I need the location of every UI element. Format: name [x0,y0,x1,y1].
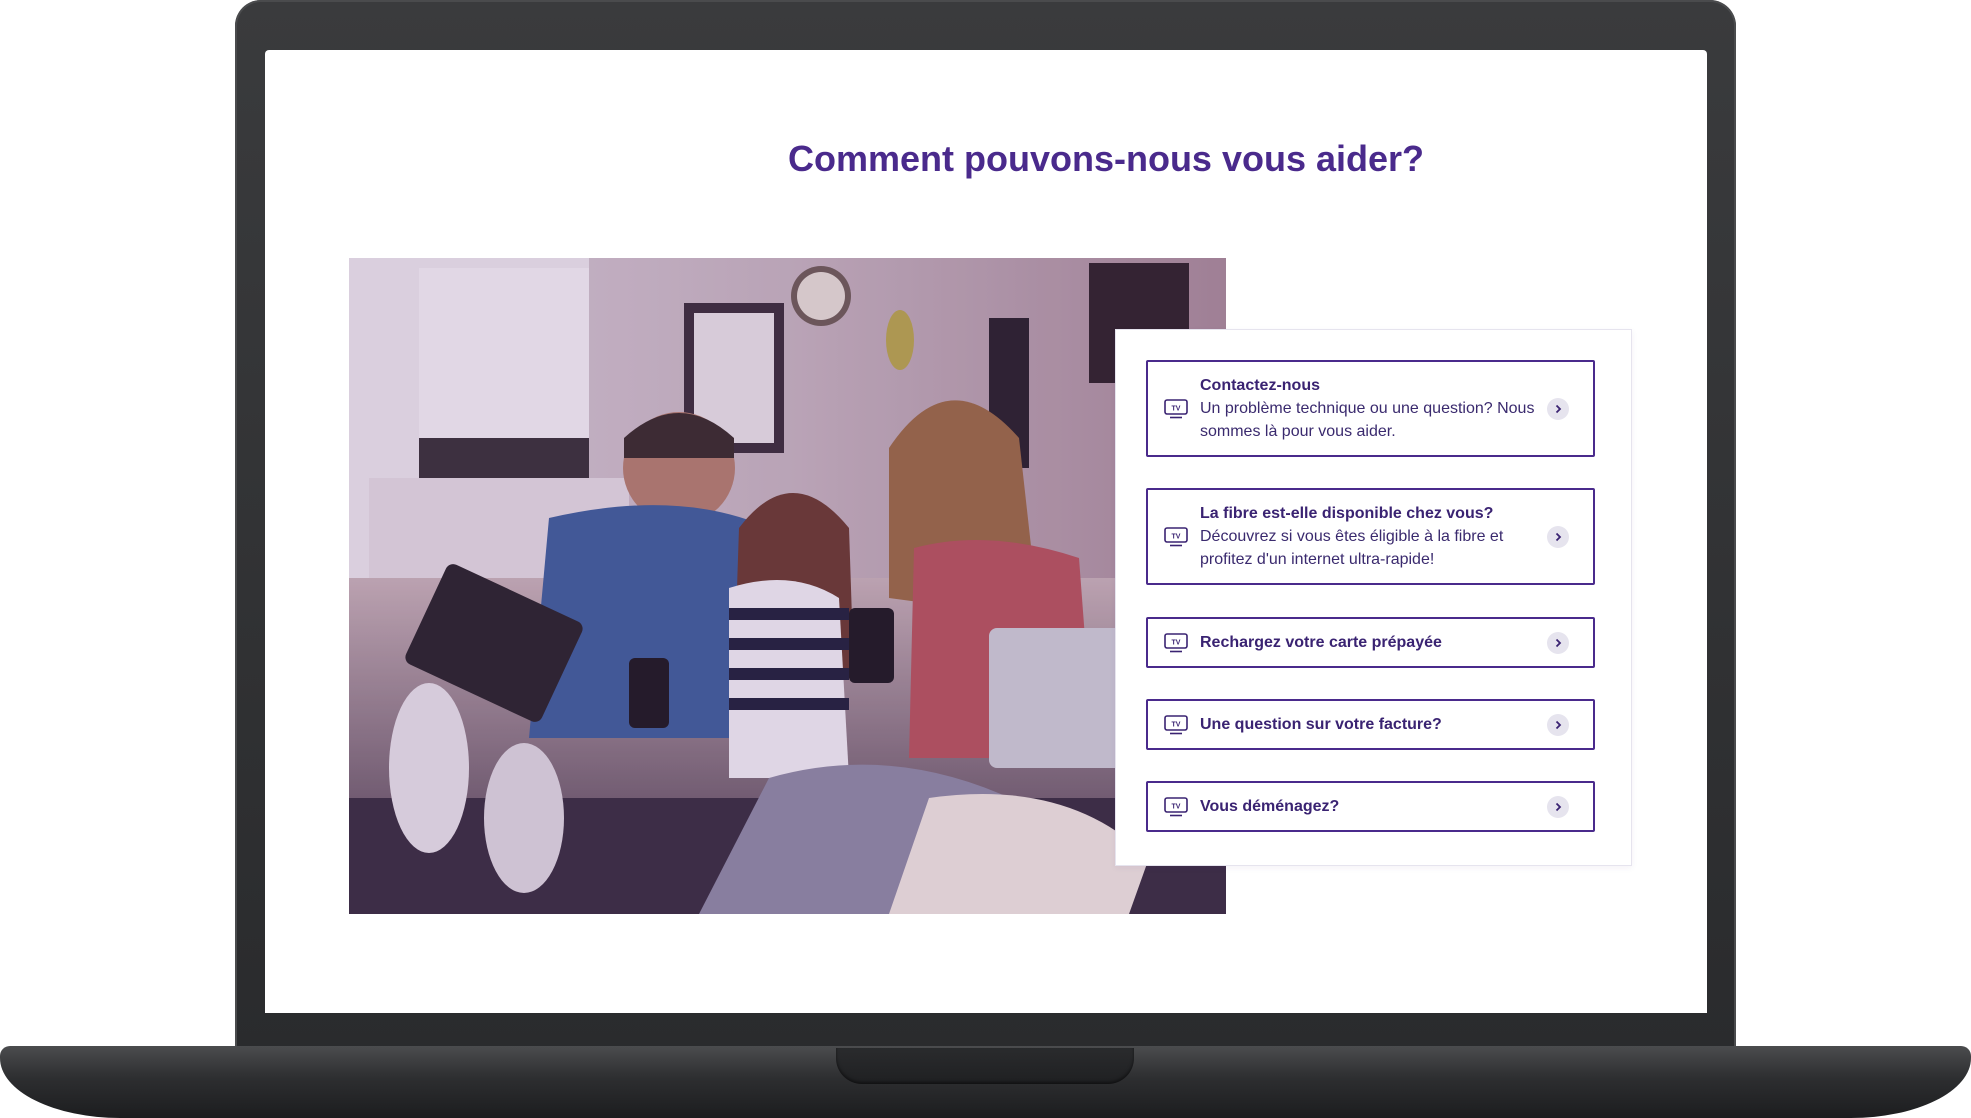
svg-text:TV: TV [1172,405,1181,412]
tv-icon: TV [1164,714,1188,734]
chevron-right-icon [1547,525,1569,548]
help-card-description: Un problème technique ou une question? N… [1200,400,1535,440]
help-card-moving[interactable]: TV Vous déménagez? [1146,781,1595,832]
svg-text:TV: TV [1172,721,1181,728]
help-card-title: Rechargez votre carte prépayée [1200,634,1442,651]
page-title: Comment pouvons-nous vous aider? [787,138,1425,179]
help-card-text: Rechargez votre carte prépayée [1200,631,1535,654]
help-card-contact[interactable]: TV Contactez-nous Un problème technique … [1146,360,1595,457]
help-card-text: Contactez-nous Un problème technique ou … [1200,374,1535,443]
laptop-hinge-notch [836,1048,1134,1084]
help-card-text: Vous déménagez? [1200,795,1535,818]
svg-text:TV: TV [1172,533,1181,540]
tv-icon: TV [1164,526,1188,546]
help-card-fiber[interactable]: TV La fibre est-elle disponible chez vou… [1146,488,1595,585]
tv-icon: TV [1164,632,1188,652]
laptop-screen: Comment pouvons-nous vous aider? TV Cont… [265,50,1707,1013]
svg-text:TV: TV [1172,803,1181,810]
chevron-right-icon [1547,397,1569,420]
help-card-title: Contactez-nous [1200,377,1320,394]
svg-text:TV: TV [1172,639,1181,646]
help-card-title: Vous déménagez? [1200,798,1340,815]
help-options-panel: TV Contactez-nous Un problème technique … [1115,329,1632,866]
help-card-title: La fibre est-elle disponible chez vous? [1200,505,1494,522]
help-card-description: Découvrez si vous êtes éligible à la fib… [1200,528,1504,568]
tv-icon: TV [1164,796,1188,816]
help-card-text: La fibre est-elle disponible chez vous? … [1200,502,1535,571]
chevron-right-icon [1547,713,1569,736]
help-card-prepaid-topup[interactable]: TV Rechargez votre carte prépayée [1146,617,1595,668]
chevron-right-icon [1547,631,1569,654]
help-card-text: Une question sur votre facture? [1200,713,1535,736]
help-card-billing[interactable]: TV Une question sur votre facture? [1146,699,1595,750]
family-photo-illustration [349,258,1226,914]
tv-icon: TV [1164,398,1188,418]
chevron-right-icon [1547,795,1569,818]
family-photo [349,258,1226,914]
help-card-title: Une question sur votre facture? [1200,716,1442,733]
